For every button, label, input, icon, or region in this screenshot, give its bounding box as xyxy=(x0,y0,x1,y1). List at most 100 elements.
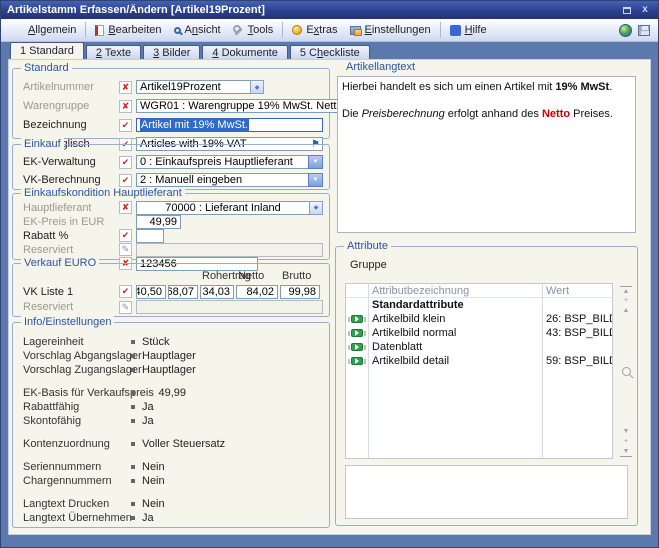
vk-berechnung-field[interactable]: 2 : Manuell eingeben xyxy=(136,173,308,187)
info-row: EK-Basis für Verkaufspreis 49,99 xyxy=(13,386,329,400)
vk-liste-field-1[interactable]: 40,50 xyxy=(136,285,166,299)
hauptlieferant-lookup-button[interactable]: ◆ xyxy=(309,201,323,215)
bullet-icon xyxy=(131,405,135,409)
restore-icon xyxy=(623,7,631,14)
content: Standard Artikelnummer Artikel19Prozent … xyxy=(8,59,651,535)
group-standard-label: Standard xyxy=(21,62,72,74)
window-title: Artikelstamm Erfassen/Ändern [Artikel19P… xyxy=(7,4,616,16)
group-einkaufskondition: Einkaufskondition Hauptlieferant Hauptli… xyxy=(12,193,330,260)
menu-items: Allgemein Bearbeiten Ansicht Tools Extra… xyxy=(5,22,619,39)
save-icon[interactable] xyxy=(638,25,650,36)
reserviert1-field[interactable] xyxy=(136,243,323,257)
group-attribute: Attribute Gruppe Attributbezeichnung Wer… xyxy=(335,246,638,526)
magnifier-icon[interactable] xyxy=(622,367,631,376)
menu-item-allgemein[interactable]: Allgemein xyxy=(5,22,82,39)
bullet-icon xyxy=(131,516,135,520)
artikelnummer-field[interactable]: Artikel19Prozent xyxy=(136,80,250,94)
tab-5-checkliste[interactable]: 5 Checkliste xyxy=(290,45,370,59)
triangle-up-icon[interactable]: ▲ xyxy=(620,306,632,316)
rabatt-field[interactable] xyxy=(136,229,164,243)
bullet-icon xyxy=(131,354,135,358)
info-row: Seriennummern Nein xyxy=(13,460,329,474)
vk-berechnung-dropdown-button[interactable]: ▼ xyxy=(308,173,323,187)
vk-berechnung-label: VK-Berechnung xyxy=(23,174,119,186)
info-row: Vorschlag Abgangslager Hauptlager xyxy=(13,349,329,363)
menu-separator xyxy=(282,22,283,38)
bullet-icon xyxy=(131,442,135,446)
wert-column-header[interactable]: Wert xyxy=(542,285,612,297)
attribute-row[interactable]: Standardattribute xyxy=(346,298,612,312)
tab-4-dokumente[interactable]: 4 Dokumente xyxy=(202,45,287,59)
reserviert2-label: Reserviert xyxy=(23,301,119,313)
vk-liste-rohertrag-field[interactable]: 34,03 xyxy=(200,285,234,299)
workarea: 1 Standard2 Texte3 Bilder4 Dokumente5 Ch… xyxy=(1,42,658,547)
attribute-row[interactable]: Artikelbild klein 26: BSP_BILDER_1.BMP xyxy=(346,312,612,326)
menu-item-tools[interactable]: Tools xyxy=(227,22,280,38)
extras-icon xyxy=(292,25,302,35)
note-icon xyxy=(119,301,132,314)
triangle-up-line-icon[interactable]: ▲ xyxy=(620,286,632,296)
ek-verwaltung-label: EK-Verwaltung xyxy=(23,156,119,168)
settings-icon xyxy=(350,26,361,35)
ek-verwaltung-dropdown-button[interactable]: ▼ xyxy=(308,155,323,169)
plus-icon[interactable]: + xyxy=(620,296,632,306)
menu-item-einstellungen[interactable]: Einstellungen xyxy=(344,22,437,38)
triangle-down-icon[interactable]: ▼ xyxy=(620,427,632,437)
ek-preis-field[interactable]: 49,99 xyxy=(136,215,181,229)
note-icon xyxy=(119,243,132,256)
attribute-table-header: Attributbezeichnung Wert xyxy=(346,284,612,298)
triangle-down-line-icon[interactable]: ▼ xyxy=(620,447,632,457)
globe-icon[interactable] xyxy=(619,24,632,37)
reserviert2-field[interactable] xyxy=(136,300,323,314)
info-row: Vorschlag Zugangslager Hauptlager xyxy=(13,363,329,377)
bullet-icon xyxy=(131,340,135,344)
artikellangtext-line: Hierbei handelt es sich um einen Artikel… xyxy=(342,80,631,94)
attribute-row[interactable]: Artikelbild detail 59: BSP_BILDER_1.BMP xyxy=(346,354,612,368)
reserviert1-label: Reserviert xyxy=(23,244,119,256)
attribute-image-icon xyxy=(348,343,366,351)
vk-liste-field-2[interactable]: 68,07 xyxy=(168,285,198,299)
group-info-label: Info/Einstellungen xyxy=(21,316,114,328)
warengruppe-field[interactable]: WGR01 : Warengruppe 19% MwSt. Netto xyxy=(136,99,346,113)
bullet-icon xyxy=(131,391,135,395)
menu-item-bearbeiten[interactable]: Bearbeiten xyxy=(89,22,167,38)
menu-item-extras[interactable]: Extras xyxy=(286,22,343,38)
view-icon xyxy=(174,27,181,34)
tab-1-standard[interactable]: 1 Standard xyxy=(10,42,84,59)
ek-verwaltung-field[interactable]: 0 : Einkaufspreis Hauptlieferant xyxy=(136,155,308,169)
red-check-icon xyxy=(119,229,132,242)
tab-3-bilder[interactable]: 3 Bilder xyxy=(143,45,200,59)
nav-arrow-icon xyxy=(11,24,24,37)
attribute-table: Attributbezeichnung Wert Standardattribu… xyxy=(345,283,613,459)
menu-separator xyxy=(85,22,86,38)
close-button[interactable]: x xyxy=(638,4,652,16)
group-einkauf-label: Einkauf xyxy=(21,138,64,150)
bezeichnung-field[interactable]: Artikel mit 19% MwSt. xyxy=(136,118,323,132)
tab-2-texte[interactable]: 2 Texte xyxy=(86,45,141,59)
red-check-icon xyxy=(119,174,132,187)
menu-item-ansicht[interactable]: Ansicht xyxy=(168,22,227,38)
warengruppe-label: Warengruppe xyxy=(23,100,119,112)
help-icon xyxy=(450,25,461,36)
attribute-row[interactable]: Datenblatt xyxy=(346,340,612,354)
hauptlieferant-field[interactable]: 70000 : Lieferant Inland xyxy=(136,201,309,215)
menu-item-hilfe[interactable]: Hilfe xyxy=(444,22,493,38)
info-row: Langtext Übernehmen Ja xyxy=(13,511,329,525)
plus-icon[interactable]: + xyxy=(620,437,632,447)
vk-liste-netto-field[interactable]: 84,02 xyxy=(236,285,278,299)
attribute-row[interactable]: Artikelbild normal 43: BSP_BILDER_1.BMP xyxy=(346,326,612,340)
menubar: Allgemein Bearbeiten Ansicht Tools Extra… xyxy=(1,19,658,42)
restore-button[interactable] xyxy=(620,4,634,16)
info-row: Langtext Drucken Nein xyxy=(13,497,329,511)
tabstrip: 1 Standard2 Texte3 Bilder4 Dokumente5 Ch… xyxy=(8,42,651,59)
artikelnummer-lookup-button[interactable]: ◆ xyxy=(250,80,264,94)
red-check-icon xyxy=(119,156,132,169)
bullet-icon xyxy=(131,465,135,469)
group-standard: Standard Artikelnummer Artikel19Prozent … xyxy=(12,68,330,139)
vk-liste-label: VK Liste 1 xyxy=(23,286,119,298)
attributbezeichnung-column-header[interactable]: Attributbezeichnung xyxy=(368,285,542,297)
rabatt-label: Rabatt % xyxy=(23,230,119,242)
titlebar: Artikelstamm Erfassen/Ändern [Artikel19P… xyxy=(1,1,658,19)
vk-liste-brutto-field[interactable]: 99,98 xyxy=(280,285,320,299)
artikellangtext-editor[interactable]: Hierbei handelt es sich um einen Artikel… xyxy=(337,76,636,233)
